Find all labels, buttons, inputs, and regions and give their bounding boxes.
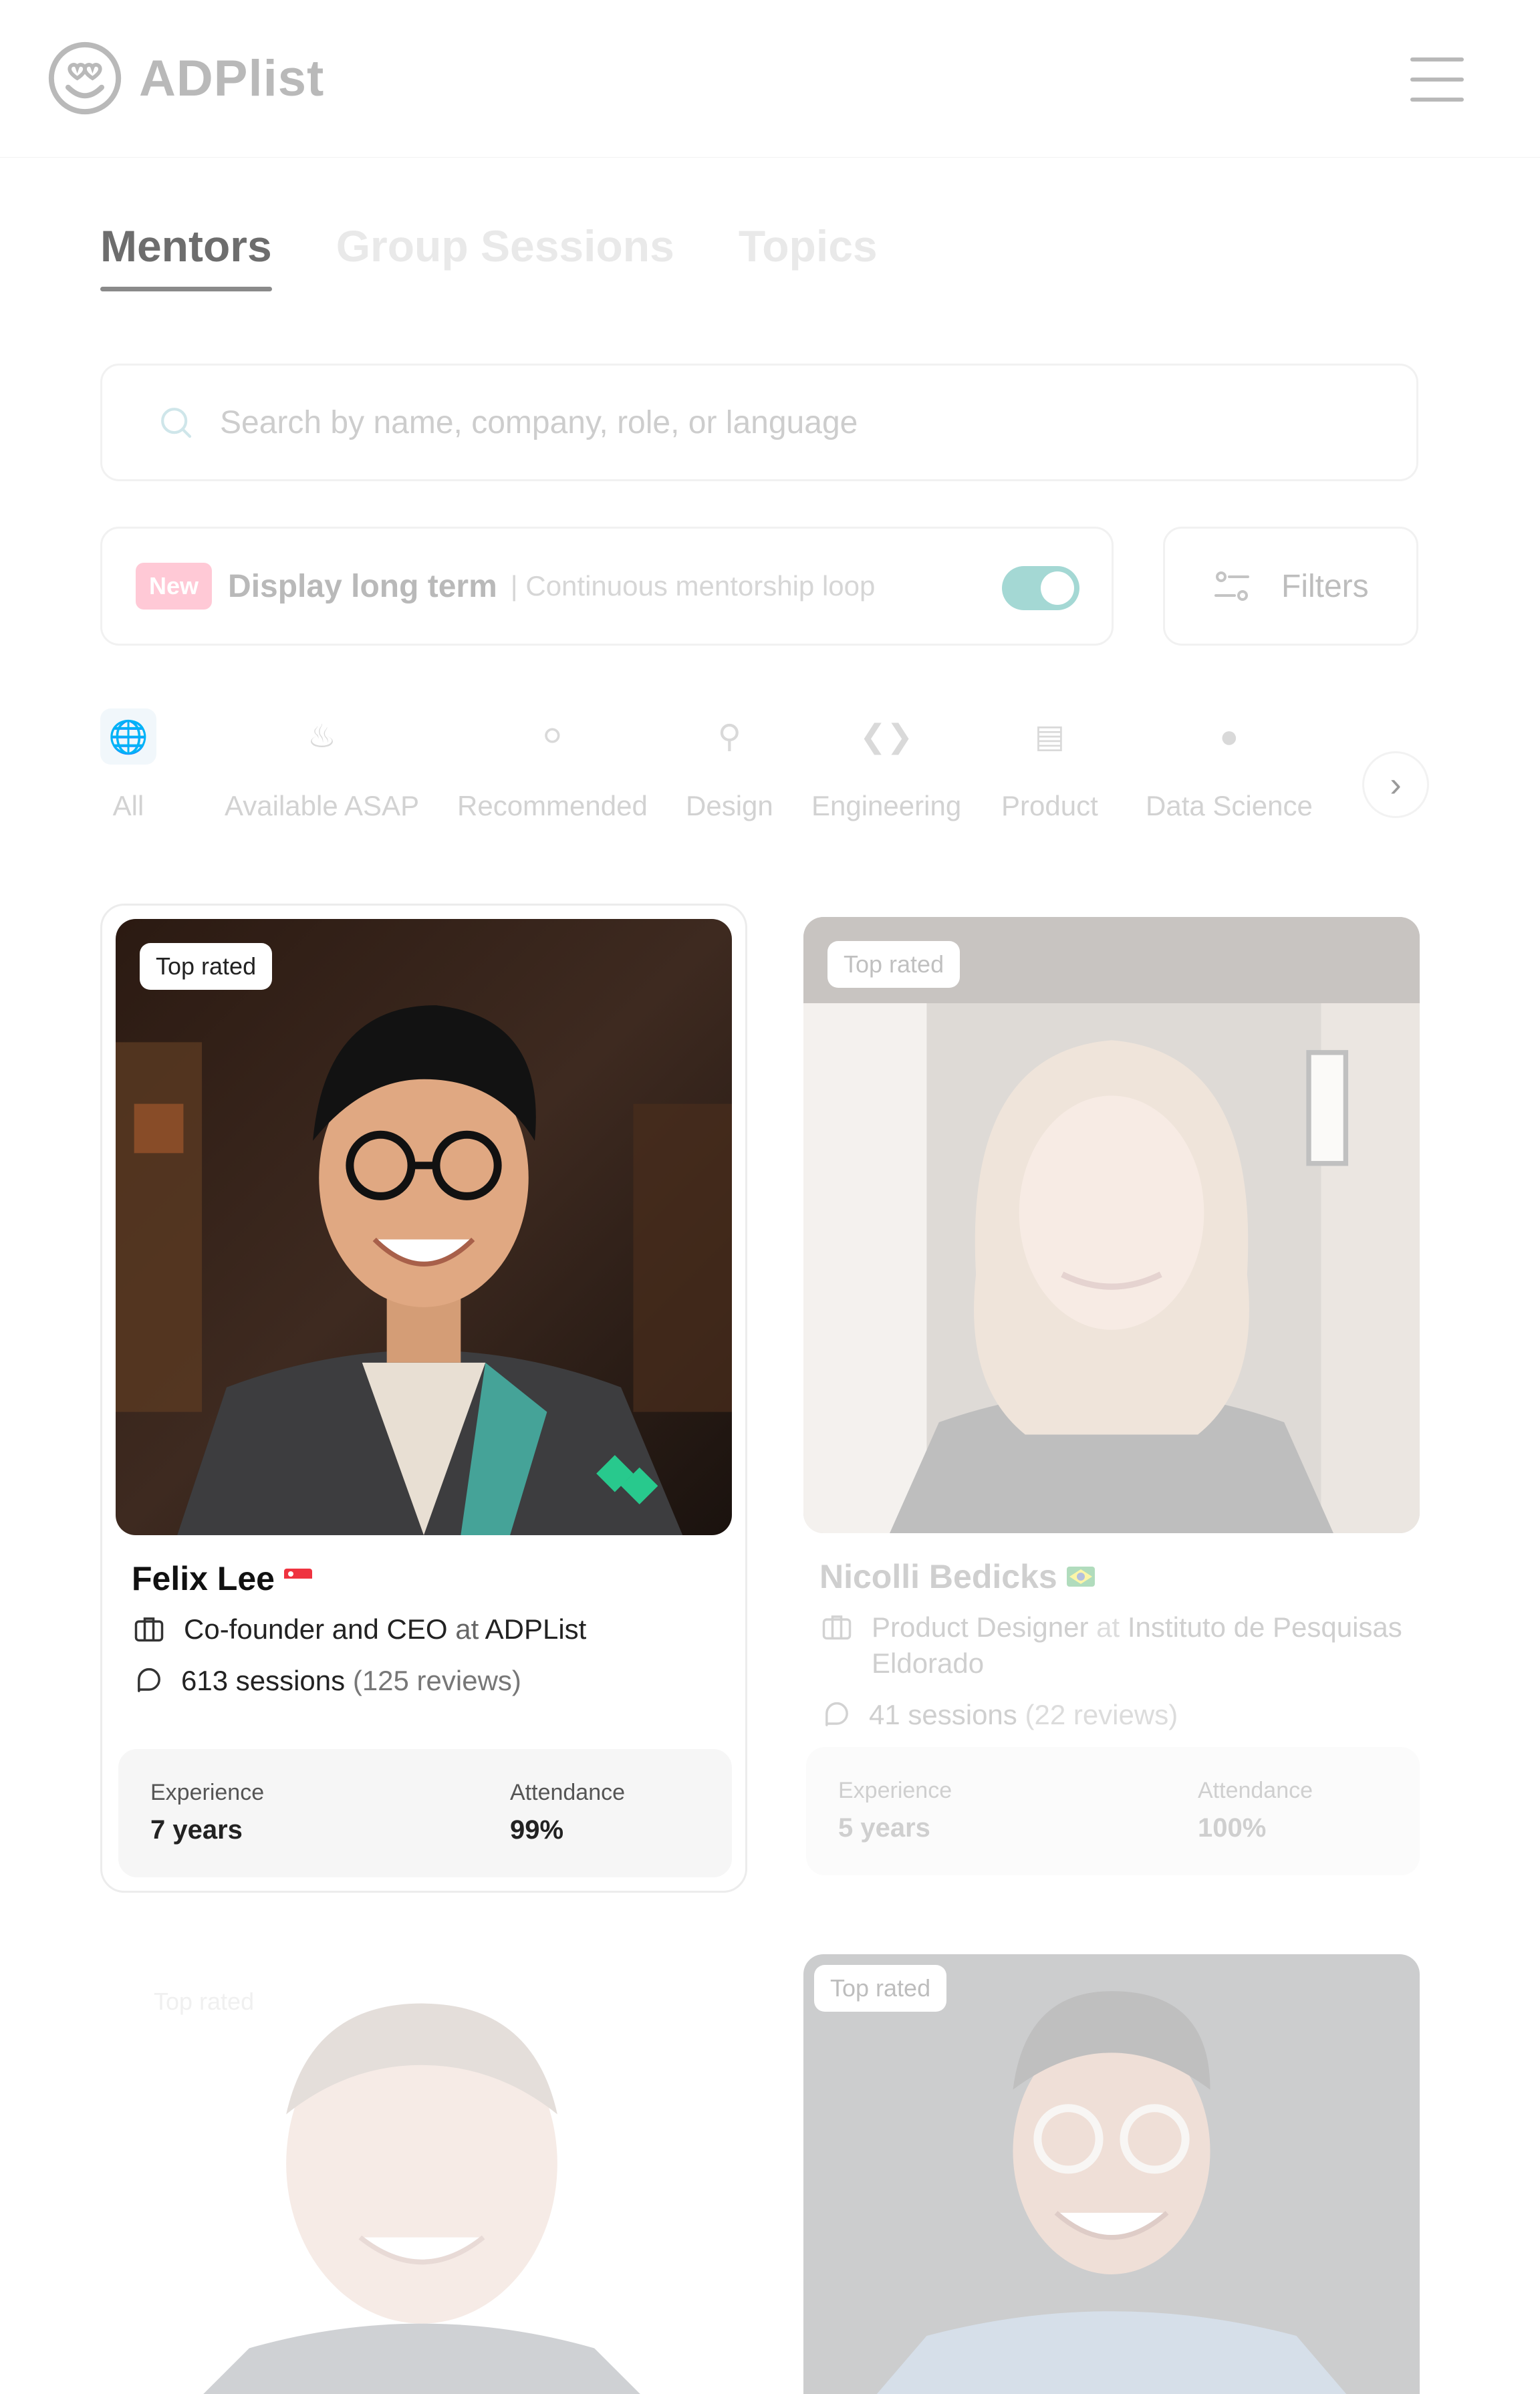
smiley-heart-eyes-icon — [48, 41, 122, 115]
mentor-role: Co-founder and CEO at ADPList — [184, 1611, 586, 1647]
mentor-card-nicolli-bedicks[interactable]: Top rated Nicolli Bedicks Product Design… — [790, 904, 1437, 1893]
mentor-name: Nicolli Bedicks — [819, 1558, 1057, 1595]
mentor-photo: Top rated — [116, 919, 732, 1535]
logo-text: ADPlist — [139, 49, 325, 107]
attendance-label: Attendance — [510, 1780, 626, 1805]
tab-topics[interactable]: Topics — [739, 221, 878, 291]
mentor-session-count: 41 sessions — [869, 1699, 1017, 1730]
category-engineering[interactable]: ❮❯ Engineering — [811, 708, 961, 822]
mentor-session-count: 613 sessions — [181, 1665, 346, 1696]
mentor-sessions-row: 613 sessions (125 reviews) — [132, 1664, 521, 1698]
mentor-role: Product Designer at Instituto de Pesquis… — [872, 1609, 1408, 1682]
experience-value: 5 years — [838, 1813, 930, 1843]
mentor-stats: Experience 5 years Attendance 100% — [806, 1747, 1420, 1875]
mentor-role-title: Product Designer — [872, 1611, 1089, 1643]
category-carousel: 🌐 All ♨ Available ASAP ⚪ Recommended ⚲ D… — [100, 708, 1429, 842]
mentor-name-row: Felix Lee — [132, 1559, 312, 1598]
category-all[interactable]: 🌐 All — [100, 708, 156, 822]
new-badge: New — [136, 563, 213, 610]
paint-bottle-icon: ⚲ — [717, 719, 741, 755]
category-label: Engineering — [811, 790, 962, 821]
chevron-right-icon[interactable]: › — [1362, 751, 1429, 818]
category-recommended[interactable]: ⚪ Recommended — [457, 708, 648, 822]
briefcase-icon — [134, 1617, 164, 1642]
mentor-name: Felix Lee — [132, 1560, 275, 1597]
hamburger-menu-icon[interactable] — [1410, 57, 1464, 102]
robot-icon: ● — [1219, 718, 1239, 755]
category-label: Design — [686, 790, 773, 821]
long-term-title: Display long term — [228, 568, 497, 604]
top-rated-badge: Top rated — [827, 941, 960, 988]
briefcase-icon — [822, 1615, 852, 1640]
attendance-stat: Attendance 100% — [1198, 1778, 1313, 1843]
attendance-stat: Attendance 99% — [510, 1780, 625, 1845]
mentor-review-count: (125 reviews) — [352, 1665, 521, 1696]
category-data-science[interactable]: ● Data Science — [1146, 708, 1313, 822]
chat-bubble-icon — [138, 1668, 160, 1692]
singapore-flag-icon — [284, 1569, 312, 1589]
mentor-photo — [803, 1954, 1420, 2394]
mentor-sessions: 613 sessions (125 reviews) — [181, 1665, 521, 1697]
experience-value: 7 years — [150, 1815, 243, 1845]
category-design[interactable]: ⚲ Design — [686, 708, 773, 822]
lightbulb-icon: ⚪ — [539, 719, 566, 755]
tab-group-sessions[interactable]: Group Sessions — [336, 221, 674, 291]
search-icon — [161, 408, 192, 438]
fire-icon: ♨ — [307, 719, 337, 755]
mentor-company: ADPList — [485, 1613, 587, 1645]
mentor-role-row: Co-founder and CEO at ADPList — [132, 1611, 720, 1647]
box-icon: ▤ — [1034, 719, 1065, 755]
long-term-toggle-bar: New Display long term | Continuous mento… — [100, 527, 1114, 646]
top-rated-badge: Top rated — [814, 1965, 947, 2012]
mentor-card-felix-lee[interactable]: Top rated Felix Lee Co-founder and CEO a… — [100, 904, 747, 1893]
mentor-name-row: Nicolli Bedicks — [819, 1557, 1095, 1596]
mentor-review-count: (22 reviews) — [1025, 1699, 1178, 1730]
sliders-icon — [1214, 571, 1249, 601]
experience-stat: Experience 5 years — [838, 1778, 952, 1843]
filters-label: Filters — [1281, 568, 1369, 604]
code-icon: ❮❯ — [859, 719, 914, 755]
search-input[interactable]: Search by name, company, role, or langua… — [100, 364, 1418, 481]
top-nav-bar: ADPlist — [0, 0, 1540, 158]
category-label: Product — [1001, 790, 1098, 821]
category-label: Data Science — [1146, 790, 1313, 821]
tab-mentors[interactable]: Mentors — [100, 221, 272, 291]
category-product[interactable]: ▤ Product — [1001, 708, 1098, 822]
mentor-sessions: 41 sessions (22 reviews) — [869, 1699, 1178, 1731]
attendance-label: Attendance — [1198, 1778, 1313, 1803]
experience-stat: Experience 7 years — [150, 1780, 264, 1845]
category-label: All — [112, 790, 144, 821]
search-placeholder: Search by name, company, role, or langua… — [220, 404, 858, 440]
mentor-sessions-row: 41 sessions (22 reviews) — [819, 1698, 1178, 1732]
chat-bubble-icon — [825, 1702, 848, 1726]
mentor-role-row: Product Designer at Instituto de Pesquis… — [819, 1609, 1408, 1682]
mentor-card-4[interactable]: Top rated — [790, 1941, 1437, 2394]
experience-label: Experience — [150, 1780, 265, 1805]
mentor-stats: Experience 7 years Attendance 99% — [118, 1749, 732, 1877]
category-label: Available ASAP — [225, 790, 420, 821]
mentor-card-3[interactable]: Top rated — [100, 1941, 747, 2394]
category-available-asap[interactable]: ♨ Available ASAP — [225, 708, 419, 822]
mentor-photo: Top rated — [114, 1954, 730, 2394]
mentor-role-at: at — [455, 1613, 479, 1645]
section-tabs: Mentors Group Sessions Topics — [100, 221, 878, 291]
top-rated-badge: Top rated — [154, 1988, 255, 2015]
filters-button[interactable]: Filters — [1163, 527, 1418, 646]
attendance-value: 99% — [510, 1815, 564, 1845]
mentor-role-at: at — [1096, 1611, 1120, 1643]
attendance-value: 100% — [1198, 1813, 1267, 1843]
globe-icon: 🌐 — [100, 708, 156, 765]
top-rated-badge: Top rated — [140, 943, 273, 990]
experience-label: Experience — [838, 1778, 952, 1803]
brazil-flag-icon — [1066, 1567, 1095, 1587]
category-label: Recommended — [457, 790, 648, 821]
adplist-logo[interactable]: ADPlist — [47, 40, 324, 116]
long-term-toggle[interactable] — [1002, 566, 1079, 610]
mentor-role-title: Co-founder and CEO — [184, 1613, 448, 1645]
mentor-photo: Top rated — [803, 917, 1420, 1533]
long-term-subtitle: | Continuous mentorship loop — [510, 570, 876, 602]
